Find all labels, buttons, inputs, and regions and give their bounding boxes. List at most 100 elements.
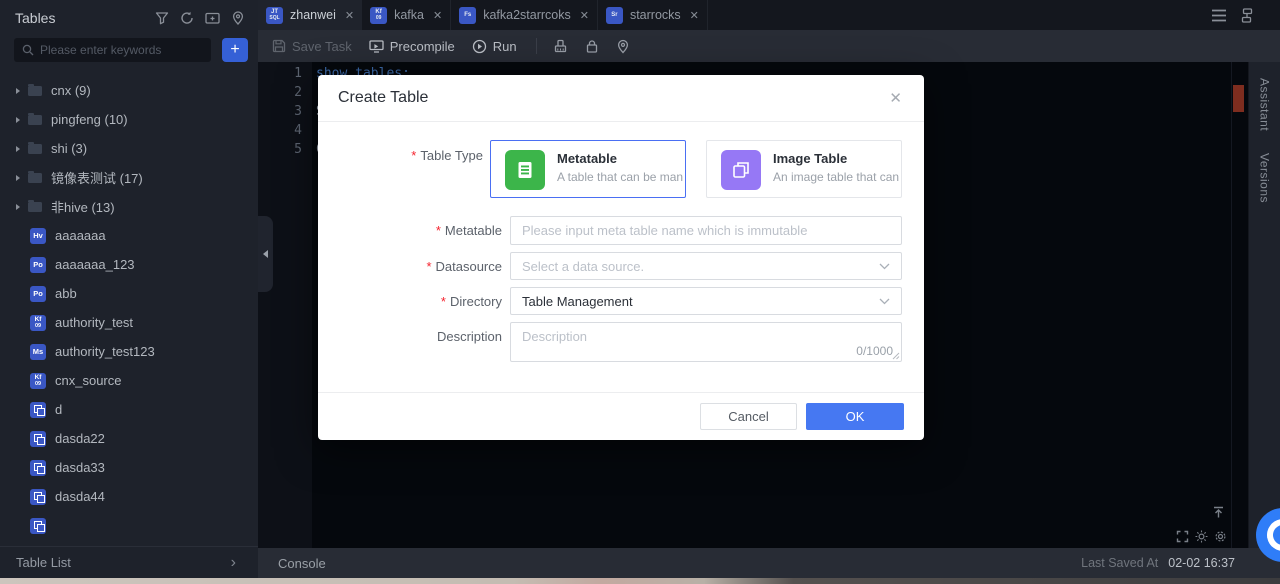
dialog-title: Create Table xyxy=(338,89,428,107)
refresh-icon[interactable] xyxy=(180,11,194,25)
tree-item-label: authority_test xyxy=(55,315,133,330)
console-tab[interactable]: Console xyxy=(278,556,326,571)
table-tree: cnx (9) pingfeng (10) shi (3) 镜像表测试 (1 xyxy=(0,76,258,546)
tree-item[interactable]: Po abb xyxy=(0,279,258,308)
editor-tab[interactable]: Sr starrocks ✕ xyxy=(598,0,708,30)
editor-tab[interactable]: Fs kafka2starrcoks ✕ xyxy=(451,0,598,30)
tree-item-label: 非hive (13) xyxy=(51,197,115,216)
folder-icon xyxy=(28,115,42,125)
char-counter: 0/1000 xyxy=(856,344,893,358)
editor-tab[interactable]: Kf09 kafka ✕ xyxy=(362,0,451,30)
table-type-badge: Po xyxy=(30,286,46,302)
create-table-dialog: Create Table ✕ *Table Type Metatable A t… xyxy=(318,75,924,440)
resize-handle-icon[interactable] xyxy=(892,352,900,360)
ok-button[interactable]: OK xyxy=(806,403,904,430)
precompile-icon xyxy=(369,39,384,53)
card-title: Metatable xyxy=(557,151,683,166)
last-saved: Last Saved At 02-02 16:37 xyxy=(1081,556,1235,570)
table-type-card-metatable[interactable]: Metatable A table that can be managed xyxy=(490,140,686,198)
editor-toolbar: Save Task Precompile Run xyxy=(258,30,1280,62)
tree-item[interactable]: Kf09 cnx_source xyxy=(0,366,258,395)
folder-icon xyxy=(28,173,42,183)
position-pin-icon[interactable] xyxy=(616,39,630,54)
metatable-icon xyxy=(505,150,545,190)
save-icon xyxy=(272,39,286,53)
close-tab-icon[interactable]: ✕ xyxy=(690,9,699,22)
add-table-button[interactable]: + xyxy=(222,38,248,62)
locate-icon[interactable] xyxy=(231,11,245,25)
filter-icon[interactable] xyxy=(155,11,169,25)
new-folder-icon[interactable] xyxy=(205,11,220,25)
folder-icon xyxy=(28,86,42,96)
caret-right-icon xyxy=(16,175,20,181)
close-tab-icon[interactable]: ✕ xyxy=(580,9,589,22)
scroll-to-top-icon[interactable] xyxy=(1212,506,1225,519)
settings-gear-icon[interactable] xyxy=(1214,530,1227,543)
chevron-right-icon[interactable]: › xyxy=(231,556,236,570)
metatable-name-input[interactable] xyxy=(511,217,901,244)
editor-tab[interactable]: JTSQL zhanwei ✕ xyxy=(258,0,362,30)
tree-item[interactable]: Po aaaaaaa_123 xyxy=(0,250,258,279)
caret-right-icon xyxy=(16,117,20,123)
tree-item[interactable]: shi (3) xyxy=(0,134,258,163)
tree-item[interactable] xyxy=(0,511,258,540)
precompile-button[interactable]: Precompile xyxy=(369,39,455,54)
search-input[interactable] xyxy=(40,43,190,57)
tree-item[interactable]: 镜像表测试 (17) xyxy=(0,163,258,192)
sidebar-collapse-handle[interactable] xyxy=(258,216,273,292)
search-icon xyxy=(22,44,34,56)
versions-tab[interactable]: Versions xyxy=(1258,153,1272,203)
save-task-button[interactable]: Save Task xyxy=(272,39,352,54)
lock-icon[interactable] xyxy=(585,39,599,54)
description-textarea[interactable] xyxy=(511,323,901,361)
line-number: 2 xyxy=(258,85,302,100)
tree-item[interactable]: Kf09 authority_test xyxy=(0,308,258,337)
tree-item[interactable]: Ms authority_test123 xyxy=(0,337,258,366)
table-type-card-image-table[interactable]: Image Table An image table that can be u xyxy=(706,140,902,198)
workflow-icon[interactable] xyxy=(1240,8,1254,23)
directory-label: *Directory xyxy=(318,294,502,309)
metatable-label: *Metatable xyxy=(318,223,502,238)
tree-item[interactable]: cnx (9) xyxy=(0,76,258,105)
chevron-down-icon xyxy=(879,298,890,305)
tab-label: kafka2starrcoks xyxy=(483,8,571,22)
tree-item[interactable]: pingfeng (10) xyxy=(0,105,258,134)
tree-item[interactable]: d xyxy=(0,395,258,424)
tree-item[interactable]: dasda33 xyxy=(0,453,258,482)
tree-item[interactable]: Hv aaaaaaa xyxy=(0,221,258,250)
caret-right-icon xyxy=(16,88,20,94)
run-icon xyxy=(472,39,487,54)
tree-item-label: dasda22 xyxy=(55,431,105,446)
fullscreen-icon[interactable] xyxy=(1176,530,1189,543)
task-type-icon: Fs xyxy=(459,7,476,24)
tree-item[interactable]: 非hive (13) xyxy=(0,192,258,221)
close-tab-icon[interactable]: ✕ xyxy=(433,9,442,22)
datasource-select[interactable]: Select a data source. xyxy=(510,252,902,280)
table-type-badge xyxy=(30,431,46,447)
table-type-badge: Ms xyxy=(30,344,46,360)
tree-item[interactable]: dasda44 xyxy=(0,482,258,511)
tree-item-label: 镜像表测试 (17) xyxy=(51,168,143,187)
table-type-badge: Po xyxy=(30,257,46,273)
close-dialog-icon[interactable]: ✕ xyxy=(889,89,902,107)
caret-left-icon xyxy=(263,250,268,258)
tree-item-label: shi (3) xyxy=(51,141,87,156)
table-type-badge: Hv xyxy=(30,228,46,244)
theme-icon[interactable] xyxy=(1195,530,1208,543)
run-button[interactable]: Run xyxy=(472,39,517,54)
close-tab-icon[interactable]: ✕ xyxy=(345,9,354,22)
cancel-button[interactable]: Cancel xyxy=(700,403,797,430)
tree-item[interactable]: dasda22 xyxy=(0,424,258,453)
tab-label: zhanwei xyxy=(290,8,336,22)
card-desc: An image table that can be u xyxy=(773,170,899,184)
line-number: 3 xyxy=(258,104,302,119)
assistant-tab[interactable]: Assistant xyxy=(1258,78,1272,131)
panel-title: Tables xyxy=(15,10,55,26)
tree-item-label: authority_test123 xyxy=(55,344,155,359)
table-list-footer[interactable]: Table List › xyxy=(0,546,258,578)
image-table-icon xyxy=(721,150,761,190)
tables-panel-header: Tables xyxy=(0,0,258,36)
format-brush-icon[interactable] xyxy=(553,39,568,54)
directory-select[interactable]: Table Management xyxy=(510,287,902,315)
menu-icon[interactable] xyxy=(1211,9,1227,22)
